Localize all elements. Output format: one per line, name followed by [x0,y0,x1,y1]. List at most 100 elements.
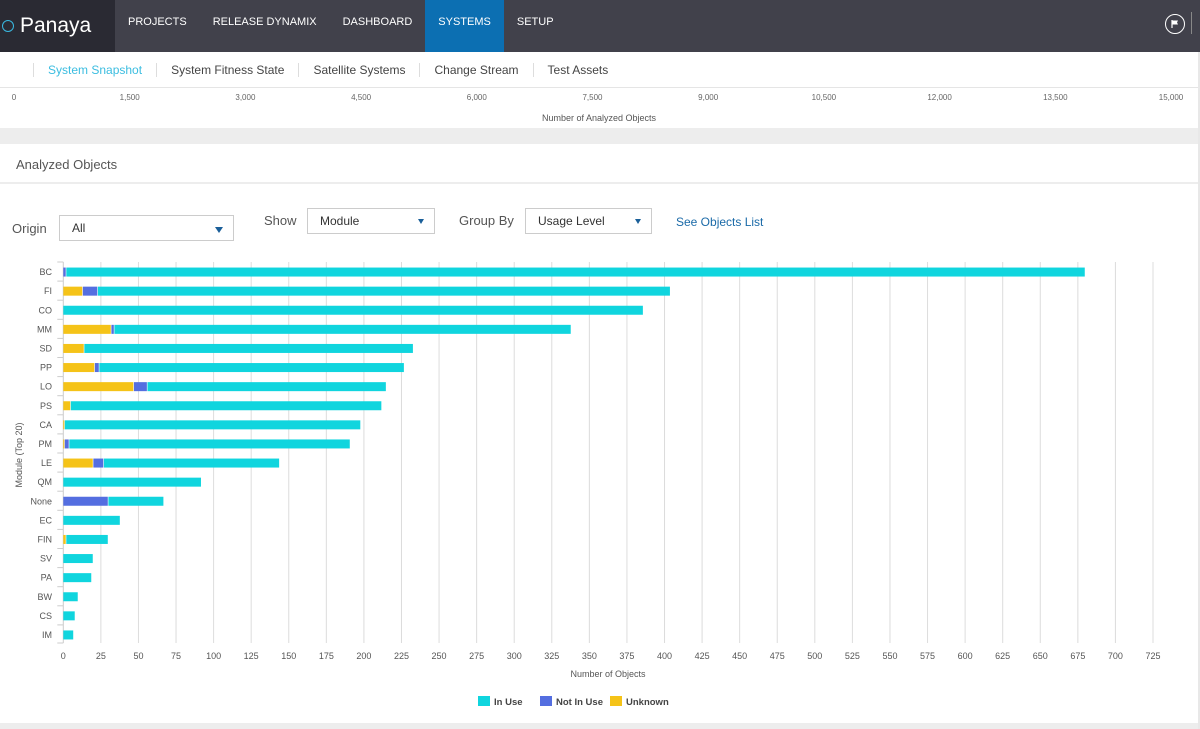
tab-satellite-systems[interactable]: Satellite Systems [298,62,419,77]
x-tick-label: 575 [920,651,935,661]
flag-icon[interactable] [1165,14,1185,34]
y-tick-label: EC [39,515,52,525]
bar-in-use [64,420,361,430]
x-tick-label: 600 [958,651,973,661]
see-objects-list-link[interactable]: See Objects List [676,215,763,229]
chevron-down-icon [418,219,424,224]
chevron-down-icon [635,219,641,224]
x-tick-label: 0 [61,651,66,661]
x-tick-label: 400 [657,651,672,661]
x-tick-label: 175 [319,651,334,661]
bar-in-use [69,439,350,449]
y-tick-label: QM [38,477,53,487]
top-navigation-bar: Panaya PROJECTS RELEASE DYNAMIX DASHBOAR… [0,0,1200,52]
legend-label: In Use [494,697,523,708]
x-tick-label: 725 [1145,651,1160,661]
x-tick-label: 525 [845,651,860,661]
x-axis-title: Number of Objects [570,669,646,679]
top-axis-tick: 0 [11,93,17,102]
x-tick-label: 300 [507,651,522,661]
nav-systems[interactable]: SYSTEMS [425,0,504,52]
x-tick-label: 475 [770,651,785,661]
nav-projects[interactable]: PROJECTS [115,0,200,44]
tab-system-snapshot[interactable]: System Snapshot [33,62,156,77]
show-label: Show [264,213,297,228]
bar-unknown [63,382,134,392]
bar-unknown [63,439,65,449]
bar-in-use [63,477,201,487]
top-axis-tick: 10,500 [811,93,837,102]
tab-change-stream[interactable]: Change Stream [419,62,532,77]
top-axis-tick: 13,500 [1043,93,1068,102]
y-tick-label: SD [39,343,52,353]
group-by-select[interactable]: Usage Level [525,208,652,234]
origin-value: All [72,221,86,235]
top-axis-tick: 12,000 [927,93,952,102]
bar-in-use [114,324,571,334]
y-tick-label: CS [39,611,52,621]
y-tick-label: BC [39,267,52,277]
nav-dashboard[interactable]: DASHBOARD [330,0,426,44]
x-tick-label: 125 [244,651,259,661]
x-tick-label: 700 [1108,651,1123,661]
bottom-separator [0,723,1200,729]
x-tick-label: 675 [1070,651,1085,661]
x-tick-label: 650 [1033,651,1048,661]
panaya-logo[interactable]: Panaya [0,0,115,52]
bar-in-use [66,267,1085,277]
sub-navigation: System Snapshot System Fitness State Sat… [0,52,1200,88]
show-select[interactable]: Module [307,208,435,234]
bar-not-in-use [94,363,99,373]
x-tick-label: 625 [995,651,1010,661]
bar-not-in-use [93,458,104,468]
bar-in-use [147,382,386,392]
bar-in-use [63,515,120,525]
y-tick-label: SV [40,554,52,564]
y-tick-label: CA [39,420,52,430]
bar-not-in-use [63,267,66,277]
x-tick-label: 350 [582,651,597,661]
x-tick-label: 275 [469,651,484,661]
y-tick-label: MM [37,324,52,334]
x-tick-label: 450 [732,651,747,661]
section-divider [0,182,1200,184]
bar-in-use [63,573,92,583]
bar-in-use [99,363,404,373]
top-axis-tick: 1,500 [119,93,140,102]
y-tick-label: FIN [38,534,53,544]
tab-test-assets[interactable]: Test Assets [532,62,623,77]
analyzed-objects-axis: Number of Analyzed Objects 0 1,500 3,000 4,… [0,88,1200,128]
y-tick-label: PA [41,573,52,583]
bar-unknown [63,324,111,334]
divider [1191,12,1192,34]
bar-in-use [63,592,78,602]
bar-in-use [103,458,280,468]
tab-system-fitness-state[interactable]: System Fitness State [156,62,298,77]
y-tick-label: PS [40,401,52,411]
nav-release-dynamix[interactable]: RELEASE DYNAMIX [200,0,330,44]
nav-setup[interactable]: SETUP [504,0,567,44]
group-by-label: Group By [459,213,514,228]
x-tick-label: 375 [619,651,634,661]
x-tick-label: 100 [206,651,221,661]
bar-unknown [63,343,84,353]
bar-unknown [63,534,66,544]
x-tick-label: 225 [394,651,409,661]
legend-label: Unknown [626,697,669,708]
origin-select[interactable]: All [59,215,234,241]
y-tick-label: PP [40,363,52,373]
logo-ring-icon [2,20,14,32]
top-axis-tick: 7,500 [582,93,603,102]
bar-in-use [63,611,75,621]
bar-in-use [63,554,93,564]
bar-unknown [63,458,93,468]
bar-in-use [70,401,382,411]
main-nav: PROJECTS RELEASE DYNAMIX DASHBOARD SYSTE… [115,0,567,52]
section-separator [0,128,1200,144]
origin-label: Origin [12,221,47,236]
section-title: Analyzed Objects [16,157,118,172]
bar-not-in-use [111,324,114,334]
y-tick-label: LO [40,382,52,392]
show-value: Module [320,214,360,228]
legend-swatch [610,696,622,706]
